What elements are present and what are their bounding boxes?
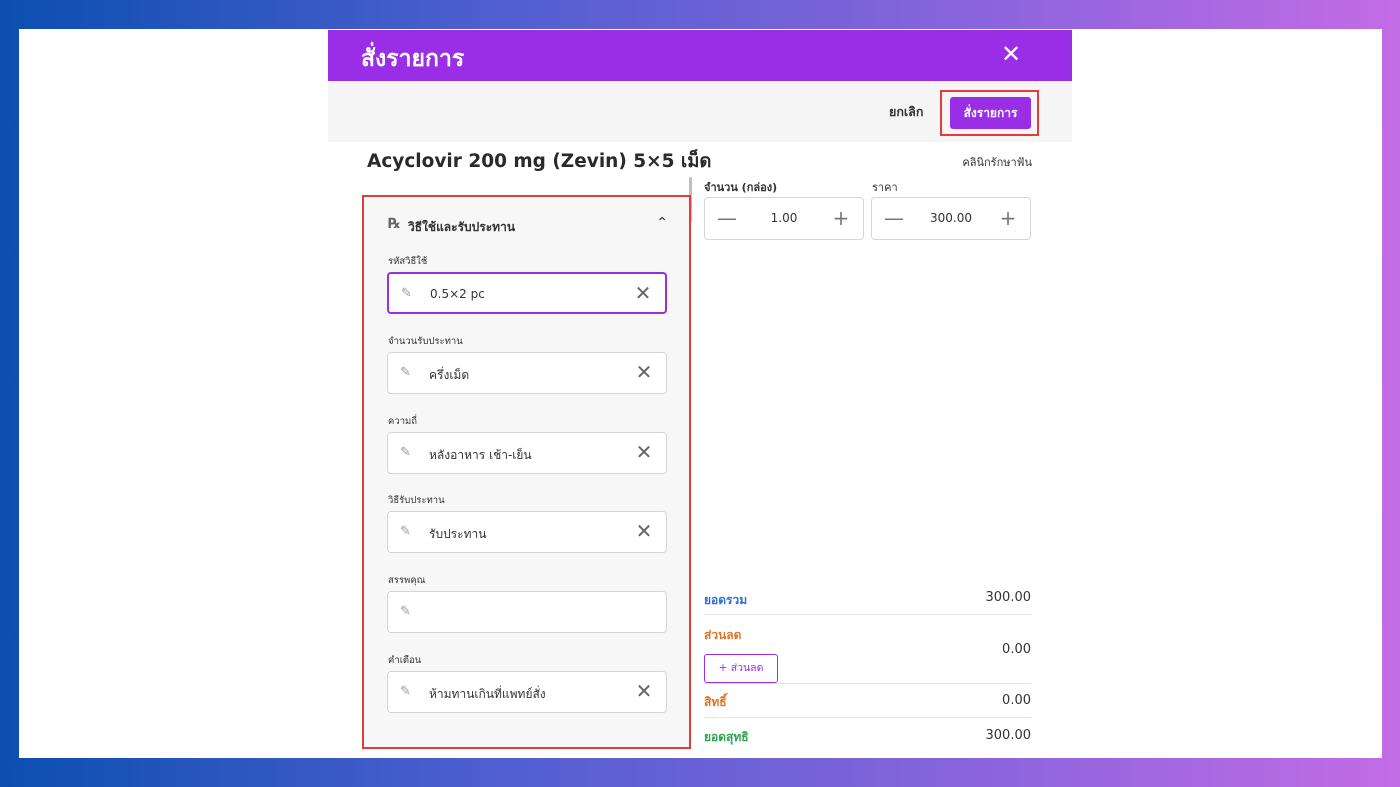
usage-code-field[interactable]: ✎ 0.5×2 pc ✕ [387,272,667,314]
edit-icon: ✎ [400,684,411,699]
discount-value: 0.00 [1002,642,1031,657]
plus-icon[interactable]: + [829,206,853,230]
edit-icon: ✎ [400,604,411,619]
price-label: ราคา [872,181,898,194]
modal-title: สั่งรายการ [361,46,465,72]
usage-code-label: รหัสวิธีใช้ [388,256,428,267]
price-value[interactable]: 300.00 [912,211,990,225]
price-stepper[interactable]: — 300.00 + [871,197,1031,240]
usage-section-title: วิธีใช้และรับประทาน [408,220,516,234]
entitlement-value: 0.00 [1002,693,1031,708]
indication-field[interactable]: ✎ [387,591,667,633]
quantity-label: จำนวน (กล่อง) [704,181,778,194]
edit-icon: ✎ [400,365,411,380]
method-label: วิธีรับประทาน [388,495,445,506]
discount-label: ส่วนลด [704,628,742,642]
quantity-stepper[interactable]: — 1.00 + [704,197,864,240]
cancel-button[interactable]: ยกเลิก [881,100,931,124]
net-value: 300.00 [985,728,1032,743]
indication-label: สรรพคุณ [388,575,426,586]
warning-label: คำเตือน [388,655,422,666]
minus-icon[interactable]: — [715,206,739,230]
order-modal: สั่งรายการ ✕ ยกเลิก สั่งรายการ Acyclovir… [328,30,1072,758]
usage-panel: ℞ วิธีใช้และรับประทาน ⌃ รหัสวิธีใช้ ✎ 0.… [364,197,689,747]
usage-code-value: 0.5×2 pc [430,287,485,301]
frequency-field[interactable]: ✎ หลังอาหาร เช้า-เย็น ✕ [387,432,667,474]
method-field[interactable]: ✎ รับประทาน ✕ [387,511,667,553]
modal-toolbar: ยกเลิก สั่งรายการ [328,81,1072,142]
warning-field[interactable]: ✎ ห้ามทานเกินที่แพทย์สั่ง ✕ [387,671,667,713]
entitlement-label: สิทธิ์ [704,695,727,709]
modal-header: สั่งรายการ ✕ [328,30,1072,81]
plus-icon[interactable]: + [996,206,1020,230]
screenshot-canvas: สั่งรายการ ✕ ยกเลิก สั่งรายการ Acyclovir… [19,29,1382,758]
dose-amount-value: ครึ่งเม็ด [429,368,470,382]
edit-icon: ✎ [400,445,411,460]
frequency-value: หลังอาหาร เช้า-เย็น [429,448,532,462]
edit-icon: ✎ [400,524,411,539]
clinic-label: คลินิกรักษาฟัน [962,156,1032,169]
order-button-highlight: สั่งรายการ [940,90,1039,136]
close-icon[interactable]: ✕ [998,41,1024,67]
warning-value: ห้ามทานเกินที่แพทย์สั่ง [429,687,546,701]
total-value: 300.00 [985,590,1032,605]
minus-icon[interactable]: — [882,206,906,230]
frequency-label: ความถี่ [388,416,418,427]
edit-icon: ✎ [401,286,412,301]
dose-amount-label: จำนวนรับประทาน [388,336,463,347]
total-label: ยอดรวม [704,593,748,607]
order-button[interactable]: สั่งรายการ [950,97,1031,129]
method-value: รับประทาน [429,527,487,541]
clear-icon[interactable]: ✕ [634,442,654,462]
drug-name: Acyclovir 200 mg (Zevin) 5×5 เม็ด [367,151,712,172]
clear-icon[interactable]: ✕ [634,521,654,541]
net-label: ยอดสุทธิ [704,730,749,744]
entitlement-row: สิทธิ์ 0.00 [704,687,1031,718]
rx-icon: ℞ [388,216,401,232]
clear-icon[interactable]: ✕ [634,362,654,382]
clear-icon[interactable]: ✕ [634,681,654,701]
quantity-value[interactable]: 1.00 [745,211,823,225]
dose-amount-field[interactable]: ✎ ครึ่งเม็ด ✕ [387,352,667,394]
chevron-up-icon[interactable]: ⌃ [656,215,668,231]
clear-icon[interactable]: ✕ [633,283,653,303]
add-discount-button[interactable]: + ส่วนลด [704,654,778,683]
discount-row: ส่วนลด 0.00 + ส่วนลด [704,621,1031,684]
total-row: ยอดรวม 300.00 [704,587,1031,615]
usage-section-header[interactable]: ℞ วิธีใช้และรับประทาน ⌃ [388,214,668,236]
net-row: ยอดสุทธิ 300.00 [704,723,1031,753]
